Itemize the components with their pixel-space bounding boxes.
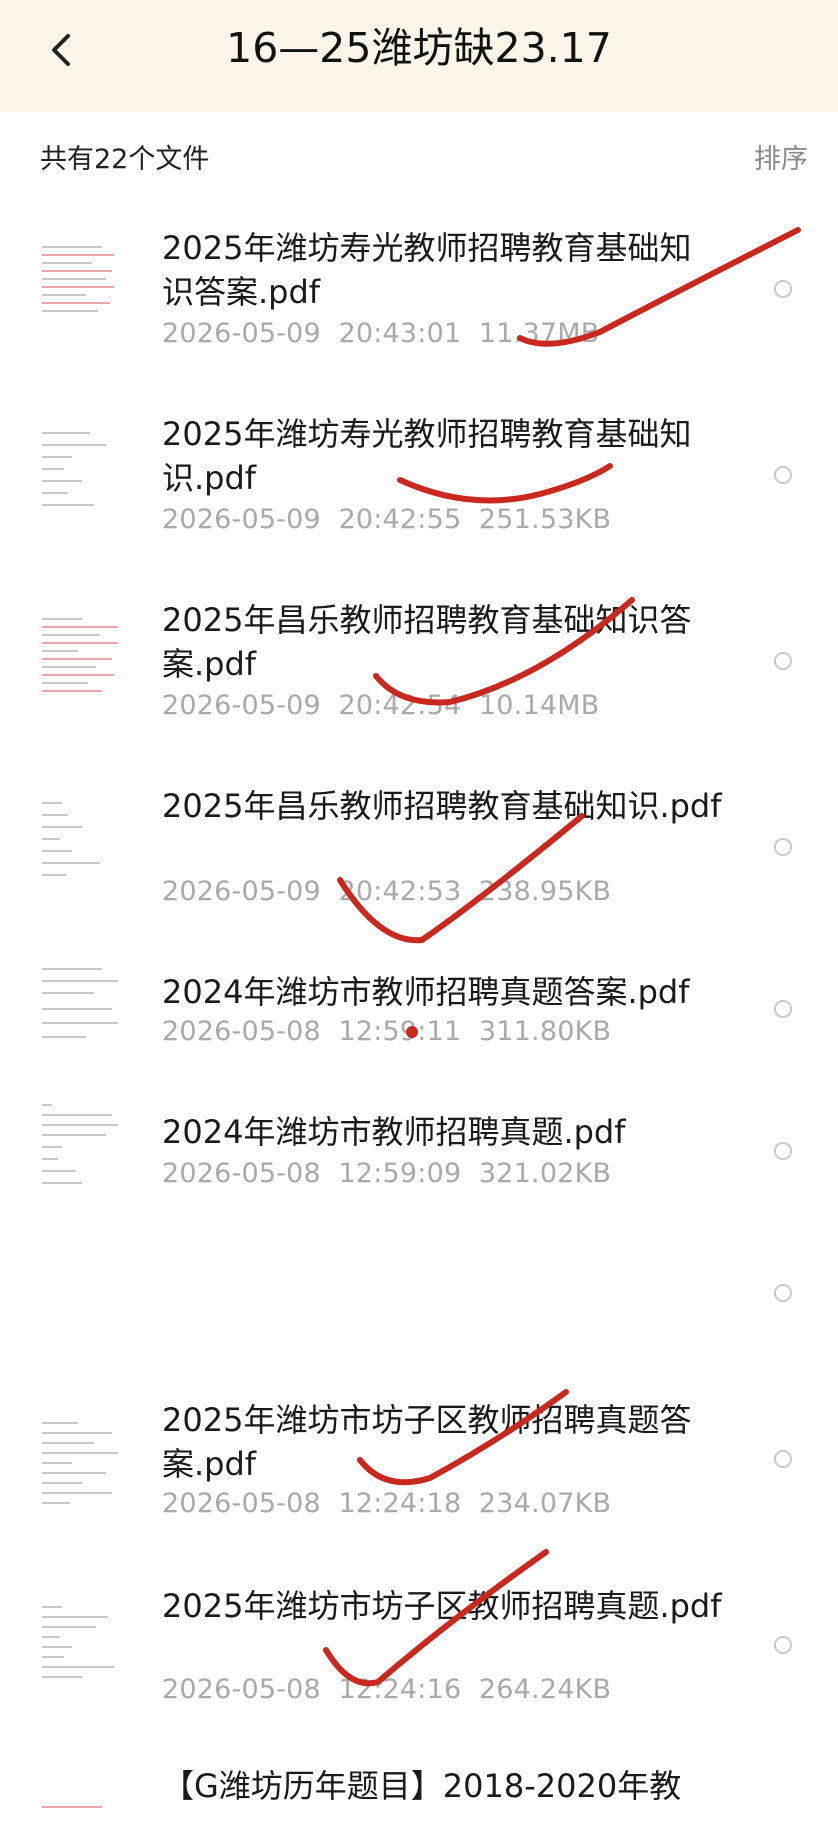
pdf-thumbnail xyxy=(36,610,120,706)
file-meta: 2026-05-09 20:43:01 11.37MB xyxy=(162,318,600,349)
file-name: 2025年潍坊寿光教师招聘教育基础知识.pdf xyxy=(162,415,692,497)
file-name: 2025年潍坊寿光教师招聘教育基础知识答案.pdf xyxy=(162,229,692,311)
file-meta: 2026-05-08 12:59:09 321.02KB xyxy=(162,1158,612,1189)
file-meta: 2026-05-08 12:24:18 234.07KB xyxy=(162,1488,612,1519)
radio-circle-icon[interactable] xyxy=(774,838,792,856)
pdf-thumbnail xyxy=(36,238,120,334)
file-name: 2025年潍坊市坊子区教师招聘真题.pdf xyxy=(162,1587,722,1625)
file-meta: 2026-05-09 20:42:53 238.95KB xyxy=(162,876,612,907)
pdf-thumbnail xyxy=(36,796,120,892)
radio-circle-icon[interactable] xyxy=(774,280,792,298)
radio-circle-icon[interactable] xyxy=(774,1636,792,1654)
radio-circle-icon[interactable] xyxy=(774,1450,792,1468)
radio-circle-icon[interactable] xyxy=(774,1142,792,1160)
radio-circle-icon[interactable] xyxy=(774,1284,792,1302)
file-name: 2025年潍坊市坊子区教师招聘真题答案.pdf xyxy=(162,1401,692,1483)
file-meta: 2026-05-08 12:59:11 311.80KB xyxy=(162,1016,612,1047)
file-name: 2025年昌乐教师招聘教育基础知识答案.pdf xyxy=(162,601,692,683)
file-name: 2024年潍坊市教师招聘真题答案.pdf xyxy=(162,973,690,1011)
file-name: 2025年昌乐教师招聘教育基础知识.pdf xyxy=(162,787,722,825)
file-meta: 2026-05-09 20:42:55 251.53KB xyxy=(162,504,612,535)
file-list: 2025年潍坊寿光教师招聘教育基础知识答案.pdf 2026-05-09 20:… xyxy=(0,0,838,1823)
pdf-thumbnail xyxy=(36,424,120,520)
radio-circle-icon[interactable] xyxy=(774,1000,792,1018)
radio-circle-icon[interactable] xyxy=(774,466,792,484)
pdf-thumbnail xyxy=(36,1600,120,1696)
pdf-thumbnail xyxy=(36,960,120,1048)
file-name: 【G潍坊历年题目】2018-2020年教 xyxy=(162,1767,682,1805)
pdf-thumbnail xyxy=(36,1790,120,1823)
pdf-thumbnail xyxy=(36,1240,120,1336)
file-meta: 2026-05-09 20:42:54 10.14MB xyxy=(162,690,600,721)
file-name: 2024年潍坊市教师招聘真题.pdf xyxy=(162,1113,626,1151)
file-meta: 2026-05-08 12:24:16 264.24KB xyxy=(162,1674,612,1705)
radio-circle-icon[interactable] xyxy=(774,652,792,670)
pdf-thumbnail xyxy=(36,1416,120,1512)
pdf-thumbnail xyxy=(36,1100,120,1196)
